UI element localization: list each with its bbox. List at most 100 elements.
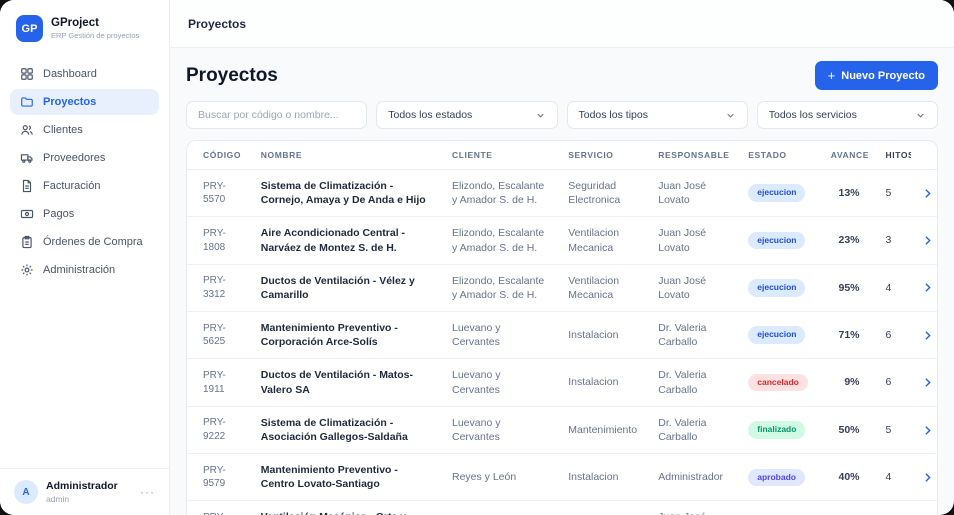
- sidebar-item-facturacion[interactable]: Facturación: [10, 173, 159, 199]
- cell-nombre: Sistema de Climatización - Cornejo, Amay…: [250, 169, 442, 218]
- cell-servicio: Mantenimiento: [558, 406, 649, 455]
- status-badge: ejecucion: [748, 279, 806, 297]
- topbar: Proyectos: [170, 0, 954, 48]
- page-title: Proyectos: [186, 64, 278, 86]
- col-codigo: CÓDIGO: [187, 141, 251, 170]
- cell-estado: aprobado: [738, 453, 821, 502]
- dashboard-icon: [21, 68, 33, 80]
- row-open-button[interactable]: [910, 406, 937, 455]
- cell-avance: 71%: [820, 311, 870, 360]
- col-nombre: NOMBRE: [250, 141, 442, 170]
- row-open-button[interactable]: [910, 264, 937, 313]
- chevron-right-icon: [925, 189, 931, 198]
- sidebar-item-dashboard[interactable]: Dashboard: [10, 61, 159, 87]
- table-row[interactable]: PRY-1808 Aire Acondicionado Central - Na…: [187, 216, 937, 265]
- chevron-down-icon: [536, 113, 544, 118]
- row-open-button[interactable]: [910, 358, 937, 407]
- cell-servicio: Instalacion: [558, 311, 649, 360]
- cell-hitos: 4: [869, 264, 911, 313]
- sidebar-item-label: Proveedores: [43, 152, 106, 164]
- users-icon: [21, 125, 33, 135]
- sidebar-item-pagos[interactable]: Pagos: [10, 201, 159, 227]
- search-input[interactable]: [186, 101, 368, 129]
- cell-cliente: Luevano y Cervantes: [442, 406, 559, 455]
- sidebar-item-label: Proyectos: [43, 96, 97, 108]
- table-row[interactable]: PRY-5625 Mantenimiento Preventivo - Corp…: [187, 311, 937, 360]
- cell-cliente: Merino de Martín: [442, 500, 559, 515]
- col-avance: AVANCE: [820, 141, 870, 170]
- table-row[interactable]: PRY-3312 Ductos de Ventilación - Vélez y…: [187, 264, 937, 313]
- tipo-filter-select[interactable]: Todos los tipos: [566, 101, 748, 129]
- row-open-button[interactable]: [910, 311, 937, 360]
- cell-cliente: Luevano y Cervantes: [442, 358, 559, 407]
- app-logo-icon: GP: [16, 15, 43, 42]
- table-row[interactable]: PRY-5570 Sistema de Climatización - Corn…: [187, 169, 937, 218]
- cell-servicio: Mantenimiento: [558, 500, 649, 515]
- sidebar-item-label: Dashboard: [43, 68, 97, 80]
- cell-codigo: PRY-1808: [187, 216, 251, 265]
- col-responsable: RESPONSABLE: [648, 141, 739, 170]
- sidebar: GP GProject ERP Gestión de proyectos Das…: [0, 0, 170, 515]
- cell-servicio: Seguridad Electronica: [558, 169, 649, 218]
- table-row[interactable]: PRY-9579 Mantenimiento Preventivo - Cent…: [187, 453, 937, 502]
- brand-text: GProject ERP Gestión de proyectos: [51, 17, 139, 40]
- cell-codigo: PRY-3312: [187, 264, 251, 313]
- filters-bar: Todos los estados Todos los tipos Todos …: [186, 101, 938, 129]
- content: Proyectos + Nuevo Proyecto Todos los est…: [170, 48, 954, 515]
- cell-hitos: 6: [869, 311, 911, 360]
- cell-responsable: Dr. Valeria Carballo: [648, 358, 739, 407]
- sidebar-item-administracion[interactable]: Administración: [10, 257, 159, 283]
- row-open-button[interactable]: [910, 500, 937, 515]
- cell-responsable: Juan José Lovato: [648, 264, 739, 313]
- table-row[interactable]: PRY-9222 Sistema de Climatización - Asoc…: [187, 406, 937, 455]
- cell-hitos: 3: [869, 500, 911, 515]
- col-hitos: HITOS: [869, 141, 911, 170]
- cell-cliente: Reyes y León: [442, 453, 559, 502]
- cell-servicio: Ventilacion Mecanica: [558, 264, 649, 313]
- cell-responsable: Juan José Lovato: [648, 216, 739, 265]
- servicio-filter-value: Todos los servicios: [768, 109, 857, 121]
- col-estado: ESTADO: [738, 141, 821, 170]
- table-body: PRY-5570 Sistema de Climatización - Corn…: [187, 169, 937, 515]
- user-menu-button[interactable]: ···: [140, 485, 155, 499]
- table-row[interactable]: PRY-1911 Ductos de Ventilación - Matos-V…: [187, 358, 937, 407]
- servicio-filter-select[interactable]: Todos los servicios: [756, 101, 938, 129]
- cell-nombre: Aire Acondicionado Central - Narváez de …: [250, 216, 442, 265]
- col-cliente: CLIENTE: [442, 141, 559, 170]
- cell-cliente: Elizondo, Escalante y Amador S. de H.: [442, 216, 559, 265]
- row-open-button[interactable]: [910, 169, 937, 218]
- estado-filter-value: Todos los estados: [388, 109, 473, 121]
- cell-responsable: Juan José Lovato: [648, 500, 739, 515]
- sidebar-item-clientes[interactable]: Clientes: [10, 117, 159, 143]
- sidebar-item-proveedores[interactable]: Proveedores: [10, 145, 159, 171]
- app-window: GP GProject ERP Gestión de proyectos Das…: [0, 0, 954, 515]
- cell-hitos: 3: [869, 216, 911, 265]
- new-project-button[interactable]: + Nuevo Proyecto: [814, 61, 938, 90]
- col-servicio: SERVICIO: [558, 141, 649, 170]
- table-row[interactable]: PRY-0956 Ventilación Mecánica - Orta y D…: [187, 500, 937, 515]
- cell-codigo: PRY-0956: [187, 500, 251, 515]
- row-open-button[interactable]: [910, 453, 937, 502]
- cell-avance: 23%: [820, 216, 870, 265]
- sidebar-item-proyectos[interactable]: Proyectos: [10, 89, 159, 115]
- chevron-right-icon: [925, 236, 931, 245]
- estado-filter-select[interactable]: Todos los estados: [376, 101, 558, 129]
- cell-hitos: 5: [869, 169, 911, 218]
- cell-cliente: Elizondo, Escalante y Amador S. de H.: [442, 264, 559, 313]
- cell-nombre: Ventilación Mecánica - Orta y Deleón S. …: [250, 500, 442, 515]
- sidebar-item-ordenes-compra[interactable]: Órdenes de Compra: [10, 229, 159, 255]
- cell-codigo: PRY-9222: [187, 406, 251, 455]
- sidebar-item-label: Clientes: [43, 124, 83, 136]
- cell-nombre: Mantenimiento Preventivo - Corporación A…: [250, 311, 442, 360]
- cell-codigo: PRY-5625: [187, 311, 251, 360]
- chevron-down-icon: [917, 113, 924, 118]
- cell-avance: 40%: [820, 453, 870, 502]
- gear-icon: [21, 264, 33, 276]
- main-area: Proyectos Proyectos + Nuevo Proyecto Tod…: [170, 0, 954, 515]
- cell-hitos: 6: [869, 358, 911, 407]
- row-open-button[interactable]: [910, 216, 937, 265]
- cell-nombre: Ductos de Ventilación - Matos-Valero SA: [250, 358, 442, 407]
- sidebar-item-label: Facturación: [43, 180, 101, 192]
- brand: GP GProject ERP Gestión de proyectos: [0, 0, 169, 55]
- user-panel: A Administrador admin ···: [0, 468, 169, 515]
